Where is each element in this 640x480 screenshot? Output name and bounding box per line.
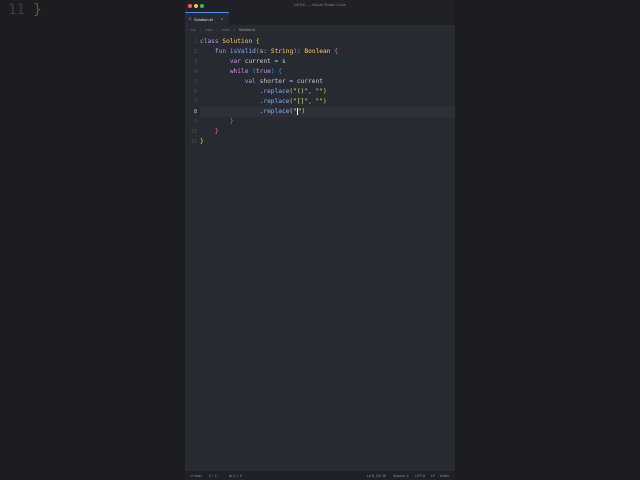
cursor-position-status[interactable]: Ln 8, Col 28 (367, 474, 386, 478)
eol-status[interactable]: LF (431, 474, 435, 478)
line-number-gutter: 1 2 3 4 5 6 7 8 9 10 11 (185, 37, 197, 147)
code-lines[interactable]: class Solution { fun isValid(s: String):… (200, 37, 455, 147)
line-number: 3 (193, 59, 197, 65)
git-branch-name: main (194, 474, 202, 478)
breadcrumb-separator: › (199, 28, 201, 32)
breadcrumb-item[interactable]: kotlin (222, 28, 230, 32)
breadcrumb-separator: › (233, 28, 235, 32)
title-bar: IcEDD — Visual Studio Code (185, 0, 455, 12)
encoding-status[interactable]: UTF-8 (415, 474, 425, 478)
background-brace: } (33, 2, 42, 18)
breadcrumb-file[interactable]: Solution.kt (239, 28, 255, 32)
kotlin-file-icon: K (189, 16, 192, 21)
line-number: 9 (193, 119, 197, 125)
indentation-status[interactable]: Spaces: 4 (393, 474, 409, 478)
blurred-background-right (455, 0, 640, 480)
language-mode-status[interactable]: Kotlin (440, 474, 449, 478)
background-code-fragment: 11 } (8, 2, 42, 18)
breadcrumb-separator: › (216, 28, 218, 32)
window-title: IcEDD — Visual Studio Code (294, 2, 346, 7)
breadcrumb-item[interactable]: main (205, 28, 213, 32)
line-number: 4 (193, 69, 197, 75)
sync-status[interactable]: 0 ↓ 1↑ (209, 474, 218, 478)
code-line[interactable]: class Solution { (200, 37, 455, 47)
code-line[interactable]: .replace("()", "") (200, 87, 455, 97)
line-number: 7 (193, 99, 197, 105)
code-line[interactable]: } (200, 127, 455, 137)
tab-bar: K Solution.kt × (185, 12, 455, 25)
status-bar: ⎇ main 0 ↓ 1↑ ⊗ 0 ⚠ 0 Ln 8, Col 28 Space… (185, 471, 455, 480)
code-line-active[interactable]: .replace("") (200, 107, 455, 117)
close-icon[interactable]: × (221, 16, 223, 21)
git-branch-status[interactable]: ⎇ main (189, 474, 202, 478)
code-line[interactable]: } (200, 137, 455, 147)
tab-label: Solution.kt (194, 17, 213, 22)
code-line[interactable]: var current = s (200, 57, 455, 67)
line-number: 10 (190, 129, 197, 135)
code-line[interactable]: val shorter = current (200, 77, 455, 87)
code-editor[interactable]: 1 2 3 4 5 6 7 8 9 10 11 class Solution {… (185, 37, 455, 467)
line-number: 5 (193, 79, 197, 85)
blurred-background-left: 11 } (0, 0, 185, 480)
code-line[interactable]: .replace("[]", "") (200, 97, 455, 107)
vscode-window: IcEDD — Visual Studio Code K Solution.kt… (185, 0, 455, 480)
line-number: 6 (193, 89, 197, 95)
problems-status[interactable]: ⊗ 0 ⚠ 0 (229, 474, 242, 478)
line-number: 1 (193, 39, 197, 45)
breadcrumb-item[interactable]: src (191, 28, 196, 32)
breadcrumb: src › main › kotlin › Solution.kt (191, 28, 258, 32)
code-line[interactable]: while (true) { (200, 67, 455, 77)
tab-solution-kt[interactable]: K Solution.kt × (185, 12, 229, 25)
code-line[interactable]: } (200, 117, 455, 127)
line-number: 11 (190, 139, 197, 145)
background-line-number: 11 (8, 2, 25, 18)
line-number-active: 8 (193, 109, 197, 115)
code-line[interactable]: fun isValid(s: String): Boolean { (200, 47, 455, 57)
line-number: 2 (193, 49, 197, 55)
